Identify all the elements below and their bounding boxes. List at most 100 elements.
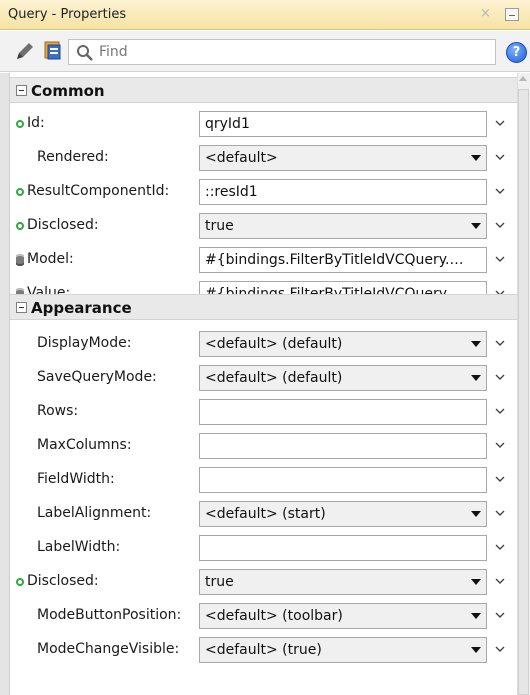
dropdown-arrow-icon[interactable]: [471, 647, 481, 653]
chevron-down-icon[interactable]: [494, 117, 506, 129]
collapse-icon[interactable]: [16, 85, 27, 96]
chevron-down-icon[interactable]: [494, 405, 506, 417]
property-field[interactable]: ::resId1: [199, 179, 487, 205]
select-value: <default>: [205, 150, 278, 166]
chevron-down-icon[interactable]: [494, 253, 506, 265]
property-row-labelalignment: LabelAlignment: <default> (start): [10, 497, 517, 531]
property-select[interactable]: <default>: [199, 145, 487, 171]
chevron-down-icon[interactable]: [494, 643, 506, 655]
property-label: Disclosed:: [27, 217, 99, 233]
property-field[interactable]: #{bindings.FilterByTitleIdVCQuery.…: [199, 247, 487, 273]
chevron-down-icon[interactable]: [494, 151, 506, 163]
collapse-icon[interactable]: [16, 302, 27, 313]
property-select[interactable]: <default> (default): [199, 365, 487, 391]
property-row-maxcolumns: MaxColumns:: [10, 429, 517, 463]
chevron-down-icon[interactable]: [494, 609, 506, 621]
property-field[interactable]: [199, 535, 487, 561]
property-row-disclosed: Disclosed: true: [10, 209, 517, 243]
minimize-icon[interactable]: [505, 8, 519, 21]
property-label: Rendered:: [37, 149, 109, 165]
dropdown-arrow-icon[interactable]: [471, 155, 481, 161]
section-label: Appearance: [31, 299, 132, 317]
property-row-labelwidth: LabelWidth:: [10, 531, 517, 565]
title-bar: Query - Properties ×: [0, 0, 530, 30]
set-value-icon: [16, 120, 24, 128]
select-value: <default> (true): [205, 642, 322, 658]
property-field[interactable]: [199, 399, 487, 425]
property-label: Rows:: [37, 403, 79, 419]
left-gutter: [0, 73, 10, 695]
select-value: <default> (default): [205, 370, 343, 386]
property-select[interactable]: <default> (start): [199, 501, 487, 527]
dropdown-arrow-icon[interactable]: [471, 613, 481, 619]
property-field[interactable]: [199, 433, 487, 459]
find-input[interactable]: [99, 42, 479, 62]
property-row-model: Model: #{bindings.FilterByTitleIdVCQuery…: [10, 243, 517, 277]
property-select[interactable]: <default> (true): [199, 637, 487, 663]
property-label: ModeButtonPosition:: [37, 607, 182, 623]
property-label: SaveQueryMode:: [37, 369, 157, 385]
toolbar: ?: [0, 31, 530, 72]
property-field[interactable]: [199, 467, 487, 493]
chevron-down-icon[interactable]: [494, 219, 506, 231]
chevron-down-icon[interactable]: [494, 371, 506, 383]
property-row-modechangevisible: ModeChangeVisible: <default> (true): [10, 633, 517, 667]
close-icon[interactable]: ×: [480, 6, 491, 21]
chevron-down-icon[interactable]: [494, 337, 506, 349]
property-select[interactable]: <default> (toolbar): [199, 603, 487, 629]
section-common-header[interactable]: Common: [10, 77, 517, 103]
set-value-icon: [16, 578, 24, 586]
dropdown-arrow-icon[interactable]: [471, 223, 481, 229]
property-row-id: Id: qryId1: [10, 107, 517, 141]
help-icon[interactable]: ?: [506, 42, 527, 63]
find-box: [68, 39, 496, 65]
property-row-modebuttonposition: ModeButtonPosition: <default> (toolbar): [10, 599, 517, 633]
property-label: DisplayMode:: [37, 335, 132, 351]
property-row-resultcomponentid: ResultComponentId: ::resId1: [10, 175, 517, 209]
property-row-fieldwidth: FieldWidth:: [10, 463, 517, 497]
section-appearance-header[interactable]: Appearance: [10, 294, 517, 320]
property-select[interactable]: true: [199, 569, 487, 595]
property-label: FieldWidth:: [37, 471, 115, 487]
property-field[interactable]: qryId1: [199, 111, 487, 137]
property-label: LabelWidth:: [37, 539, 121, 555]
chevron-down-icon[interactable]: [494, 507, 506, 519]
search-icon: [77, 45, 93, 61]
select-value: <default> (toolbar): [205, 608, 343, 624]
chevron-down-icon[interactable]: [494, 473, 506, 485]
select-value: true: [205, 574, 234, 590]
chevron-down-icon[interactable]: [494, 575, 506, 587]
property-label: ResultComponentId:: [27, 183, 170, 199]
property-label: ModeChangeVisible:: [37, 641, 180, 657]
section-label: Common: [31, 82, 105, 100]
property-row-displaymode: DisplayMode: <default> (default): [10, 327, 517, 361]
set-value-icon: [16, 188, 24, 196]
chevron-down-icon[interactable]: [494, 185, 506, 197]
pencil-icon[interactable]: [14, 40, 36, 62]
database-icon: [16, 254, 24, 266]
select-value: true: [205, 218, 234, 234]
scrollbar-thumb[interactable]: [518, 89, 529, 695]
property-select[interactable]: true: [199, 213, 487, 239]
window-title: Query - Properties: [8, 7, 127, 22]
property-sheet: Common Id: qryId1 Rendered: <default> Re…: [0, 73, 530, 695]
dropdown-arrow-icon[interactable]: [471, 375, 481, 381]
dropdown-arrow-icon[interactable]: [471, 579, 481, 585]
sheet-icon[interactable]: [42, 39, 64, 61]
chevron-down-icon[interactable]: [494, 541, 506, 553]
set-value-icon: [16, 222, 24, 230]
scroll-up-icon[interactable]: [519, 76, 527, 81]
chevron-down-icon[interactable]: [494, 439, 506, 451]
property-label: Model:: [27, 251, 74, 267]
property-row-rendered: Rendered: <default>: [10, 141, 517, 175]
property-row-rows: Rows:: [10, 395, 517, 429]
dropdown-arrow-icon[interactable]: [471, 511, 481, 517]
property-label: MaxColumns:: [37, 437, 132, 453]
select-value: <default> (start): [205, 506, 326, 522]
property-label: Disclosed:: [27, 573, 99, 589]
dropdown-arrow-icon[interactable]: [471, 341, 481, 347]
property-select[interactable]: <default> (default): [199, 331, 487, 357]
property-label: Id:: [27, 115, 45, 131]
property-row-savequerymode: SaveQueryMode: <default> (default): [10, 361, 517, 395]
select-value: <default> (default): [205, 336, 343, 352]
